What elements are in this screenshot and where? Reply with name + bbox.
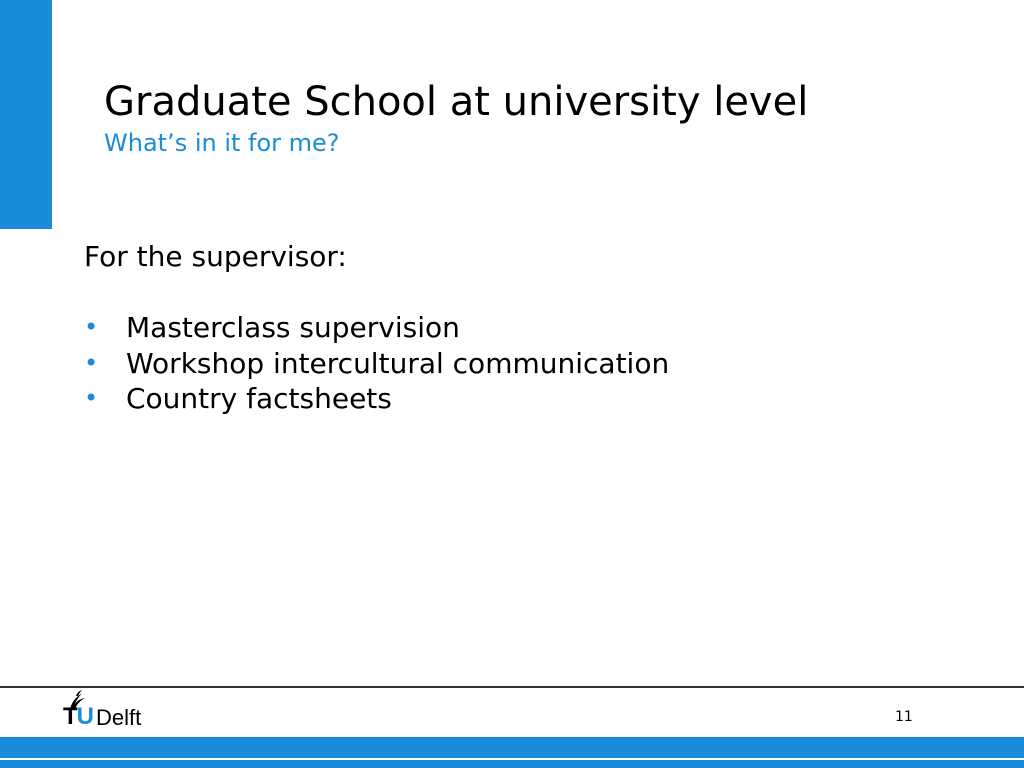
bullet-icon: • [84,348,99,377]
logo-tu-text: TU [63,702,94,732]
bullet-icon: • [84,313,99,341]
bottom-band [0,737,1024,768]
logo-u-letter: U [76,703,94,730]
footer-divider [0,686,1024,688]
slide: Graduate School at university level What… [0,0,1024,768]
page-number: 11 [895,709,913,725]
accent-bar [0,0,52,229]
slide-subtitle: What’s in it for me? [104,129,340,157]
intro-text: For the supervisor: [84,240,347,273]
logo-delft-text: Delft [96,705,142,730]
slide-title: Graduate School at university level [104,79,809,125]
bottom-band-line [0,758,1024,760]
list-item-text: Masterclass supervision [126,311,460,344]
tu-delft-logo: TU Delft [60,690,170,734]
list-item-text: Country factsheets [126,382,392,415]
bullet-icon: • [84,384,99,412]
logo-t-letter: T [63,703,78,730]
list-item-text: Workshop intercultural communication [126,346,670,380]
